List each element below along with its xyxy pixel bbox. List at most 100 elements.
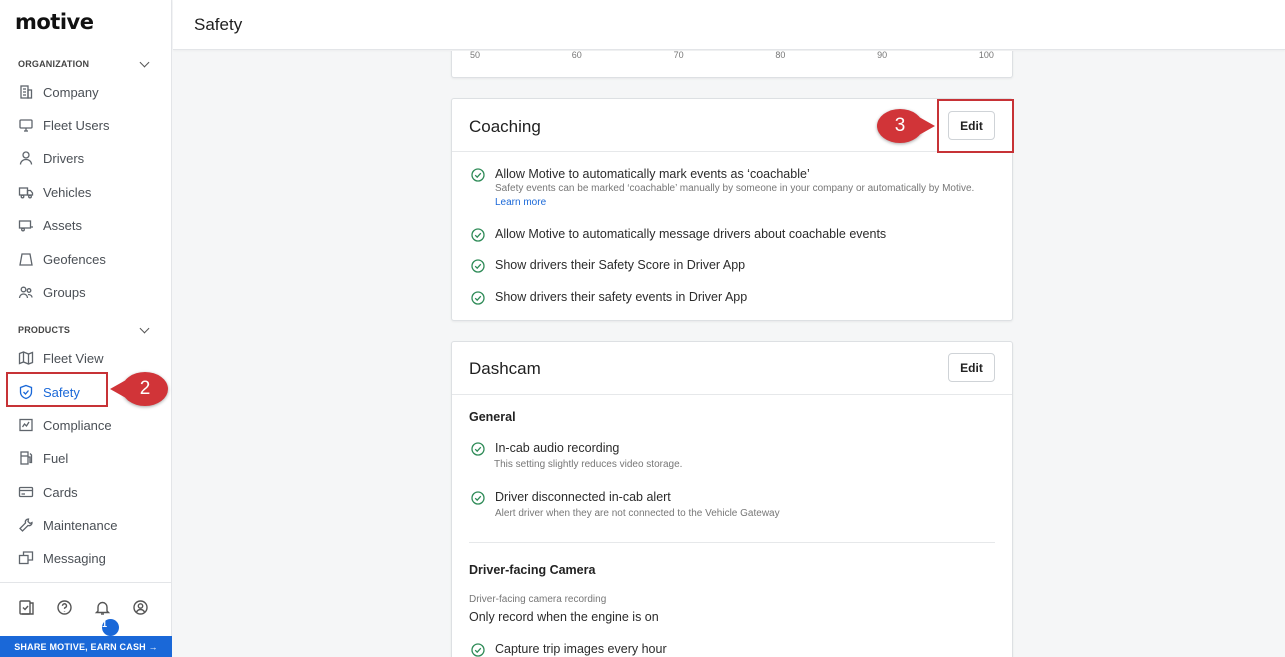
setting-label: Allow Motive to automatically message dr… — [495, 227, 887, 241]
monitor-icon — [19, 119, 33, 132]
step-2-callout: 2 — [110, 372, 168, 406]
sidebar-item-fleet-view[interactable]: Fleet View — [18, 346, 103, 370]
sidebar-item-cards[interactable]: Cards — [18, 480, 78, 504]
dashcam-setting-row: Driver disconnected in-cab alert Alert d… — [471, 490, 780, 521]
sidebar-item-groups[interactable]: Groups — [18, 280, 86, 304]
score-scale: 50 60 70 80 90 100 — [470, 51, 994, 60]
check-circle-icon — [471, 168, 485, 182]
dashcam-card: Dashcam Edit General In-cab audio record… — [451, 341, 1013, 657]
coaching-setting-row: Show drivers their Safety Score in Drive… — [471, 258, 745, 273]
sidebar-item-fleet-users[interactable]: Fleet Users — [18, 113, 109, 137]
coaching-setting-row: Show drivers their safety events in Driv… — [471, 290, 747, 305]
setting-description: Safety events can be marked ‘coachable’ … — [495, 182, 995, 210]
wrench-icon — [19, 518, 33, 532]
step-2-highlight — [6, 372, 108, 407]
user-circle-icon — [133, 600, 148, 615]
help-button[interactable] — [56, 599, 73, 616]
check-circle-icon — [471, 259, 485, 273]
dashcam-setting-row: Capture trip images every hour — [471, 642, 667, 657]
coaching-setting-row: Allow Motive to automatically mark event… — [471, 167, 1001, 210]
card-divider — [452, 394, 1012, 395]
check-circle-icon — [471, 491, 485, 505]
question-icon — [57, 600, 72, 615]
card-icon — [18, 486, 34, 498]
person-icon — [19, 151, 33, 165]
sidebar-item-label: Assets — [43, 217, 83, 233]
sidebar-item-label: Groups — [43, 284, 86, 300]
page-title: Safety — [194, 15, 243, 34]
help-center-button[interactable] — [18, 599, 35, 616]
sidebar-item-compliance[interactable]: Compliance — [18, 413, 112, 437]
book-icon — [19, 600, 34, 615]
sidebar-item-label: Fleet Users — [43, 117, 110, 133]
check-circle-icon — [471, 643, 485, 657]
recording-value: Only record when the engine is on — [469, 610, 659, 624]
main-content: 50 60 70 80 90 100 Coaching Edit Allow M… — [173, 51, 1285, 657]
setting-label: Show drivers their Safety Score in Drive… — [495, 258, 746, 272]
setting-label: Driver disconnected in-cab alert — [495, 490, 671, 504]
setting-description: This setting slightly reduces video stor… — [494, 459, 683, 470]
account-button[interactable] — [132, 599, 149, 616]
dashcam-title: Dashcam — [469, 359, 541, 378]
check-circle-icon — [471, 291, 485, 305]
building-icon — [20, 85, 33, 99]
scale-tick: 60 — [571, 51, 582, 60]
setting-label: Show drivers their safety events in Driv… — [495, 290, 748, 304]
general-subheading: General — [469, 410, 516, 424]
sidebar-item-messaging[interactable]: Messaging — [18, 546, 106, 570]
setting-label: In-cab audio recording — [495, 441, 620, 455]
sidebar-item-company[interactable]: Company — [18, 80, 99, 104]
truck-icon — [18, 187, 34, 199]
products-section-toggle[interactable]: PRODUCTS — [18, 323, 154, 335]
motive-logo[interactable]: motive — [15, 10, 94, 34]
scale-tick: 100 — [978, 51, 994, 60]
scale-tick: 80 — [775, 51, 786, 60]
step-3-highlight — [937, 99, 1014, 153]
setting-label: Allow Motive to automatically mark event… — [495, 167, 810, 181]
compliance-icon — [19, 418, 33, 432]
fuel-icon — [20, 451, 33, 465]
sidebar-item-label: Messaging — [43, 550, 106, 566]
bell-icon — [94, 601, 111, 615]
sidebar-item-label: Maintenance — [43, 517, 118, 533]
share-motive-banner[interactable]: SHARE MOTIVE, EARN CASH → — [0, 636, 172, 657]
notifications-button[interactable]: 1 — [94, 599, 119, 636]
geofence-icon — [19, 253, 33, 266]
scale-tick: 90 — [877, 51, 888, 60]
sidebar-item-maintenance[interactable]: Maintenance — [18, 513, 117, 537]
dashcam-edit-button[interactable]: Edit — [948, 353, 995, 382]
sidebar-item-assets[interactable]: Assets — [18, 213, 82, 237]
step-3-callout: 3 — [877, 109, 935, 143]
check-circle-icon — [471, 442, 485, 456]
sidebar-item-label: Compliance — [43, 417, 112, 433]
scale-tick: 70 — [673, 51, 684, 60]
organization-section-toggle[interactable]: ORGANIZATION — [18, 57, 154, 69]
top-header: Safety — [173, 0, 1285, 50]
learn-more-link[interactable]: Learn more — [495, 197, 546, 208]
check-circle-icon — [471, 228, 485, 242]
sidebar-item-fuel[interactable]: Fuel — [18, 446, 68, 470]
sidebar-item-label: Company — [43, 84, 99, 100]
dashcam-setting-row: In-cab audio recording This setting slig… — [471, 441, 682, 472]
card-divider — [452, 151, 1012, 152]
sidebar-bottom-toolbar: 1 — [18, 599, 149, 636]
sidebar-divider — [0, 582, 172, 583]
safety-score-card: 50 60 70 80 90 100 — [451, 51, 1013, 78]
sidebar-item-geofences[interactable]: Geofences — [18, 247, 106, 271]
sidebar-item-drivers[interactable]: Drivers — [18, 146, 84, 170]
sidebar-item-label: Drivers — [43, 150, 85, 166]
sidebar-item-label: Vehicles — [43, 184, 92, 200]
section-divider — [469, 542, 995, 543]
recording-label: Driver-facing camera recording — [469, 594, 607, 605]
sidebar-item-label: Cards — [43, 484, 78, 500]
sidebar-item-label: Fleet View — [43, 350, 104, 366]
setting-label: Capture trip images every hour — [495, 642, 667, 656]
sidebar-item-vehicles[interactable]: Vehicles — [18, 180, 91, 204]
sidebar-item-label: Geofences — [43, 251, 106, 267]
products-section-label: PRODUCTS — [18, 325, 71, 335]
notification-badge: 1 — [102, 619, 119, 636]
chevron-down-icon — [139, 323, 150, 333]
driver-facing-subheading: Driver-facing Camera — [469, 563, 596, 577]
messaging-icon — [18, 551, 34, 565]
group-icon — [18, 286, 33, 299]
